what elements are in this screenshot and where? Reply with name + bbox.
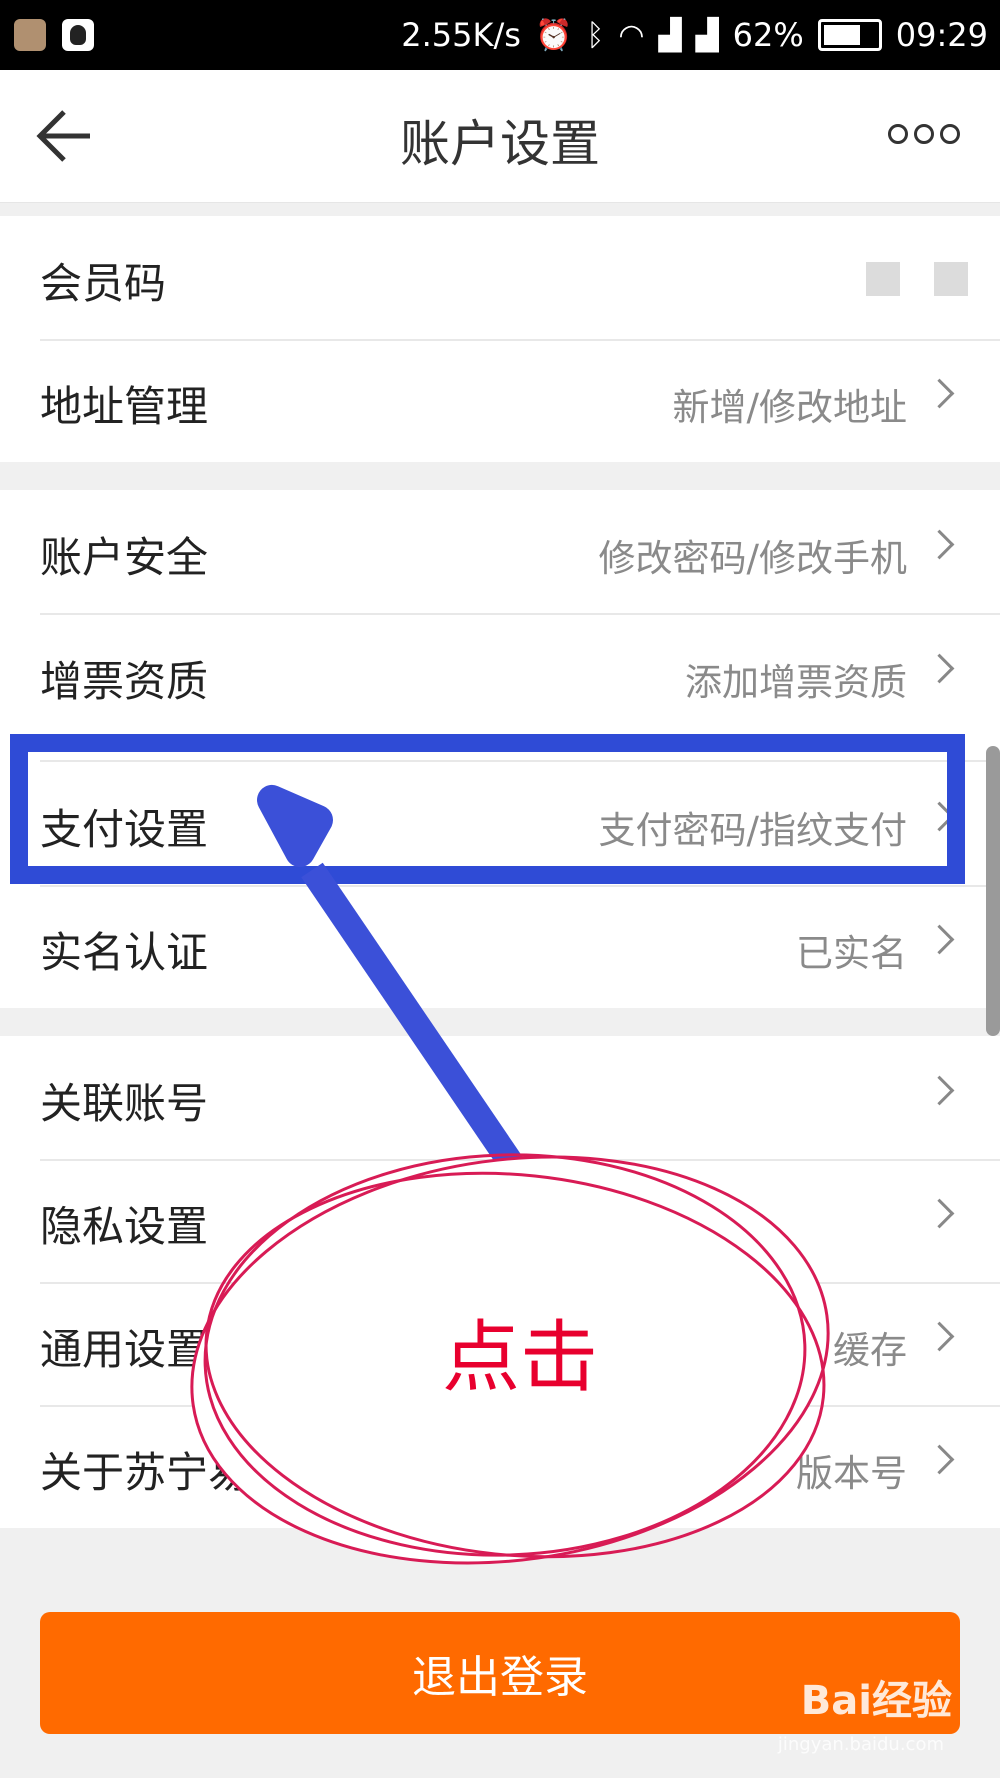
app-header: 账户设置 — [0, 70, 1000, 203]
settings-section-1: 会员码 地址管理 新增/修改地址 — [0, 216, 1000, 462]
chevron-right-icon — [924, 529, 955, 560]
chevron-right-icon — [924, 653, 955, 684]
status-bar: 2.55K/s ⏰ ᛒ ◠ ▟ ▟ 62% 09:29 — [0, 0, 1000, 70]
chevron-right-icon — [924, 1444, 955, 1475]
battery-icon — [817, 19, 882, 51]
watermark-url: jingyan.baidu.com — [777, 1734, 944, 1755]
watermark-logo: Bai经验 — [800, 1678, 952, 1724]
privacy-settings-row[interactable]: 隐私设置 — [0, 1159, 1000, 1282]
battery-percent: 62% — [732, 16, 804, 54]
row-value: 版本号 — [796, 1452, 907, 1495]
security-app-icon — [14, 19, 46, 51]
annotation-label: 点击 — [442, 1313, 599, 1403]
row-label: 关于苏宁易购 — [40, 1448, 293, 1497]
chevron-right-icon — [924, 378, 955, 409]
row-label: 账户安全 — [40, 533, 209, 582]
row-label: 通用设置 — [40, 1325, 209, 1374]
alarm-icon: ⏰ — [534, 17, 573, 53]
scrollbar[interactable] — [986, 746, 1000, 1036]
signal-icon: ▟ — [658, 17, 682, 53]
settings-section-3: 关联账号 隐私设置 通用设置 缓存 关于苏宁易购 版本号 — [0, 1036, 1000, 1528]
row-value: 修改密码/修改手机 — [598, 537, 907, 580]
chevron-right-icon — [924, 1321, 955, 1352]
wifi-icon: ◠ — [618, 17, 645, 53]
annotation-highlight-box — [10, 734, 965, 884]
row-label: 关联账号 — [40, 1079, 209, 1128]
address-management-row[interactable]: 地址管理 新增/修改地址 — [0, 339, 1000, 462]
qq-app-icon — [62, 19, 94, 51]
linked-accounts-row[interactable]: 关联账号 — [0, 1036, 1000, 1159]
chevron-right-icon — [924, 924, 955, 955]
vat-invoice-row[interactable]: 增票资质 添加增票资质 — [0, 614, 1000, 737]
row-label: 隐私设置 — [40, 1202, 209, 1251]
member-code-row[interactable]: 会员码 — [0, 216, 1000, 339]
more-options-icon[interactable] — [888, 124, 960, 144]
row-label: 会员码 — [40, 259, 167, 308]
about-row[interactable]: 关于苏宁易购 版本号 — [0, 1405, 1000, 1528]
row-label: 地址管理 — [40, 382, 209, 431]
page-title: 账户设置 — [400, 115, 600, 173]
chevron-right-icon — [924, 1075, 955, 1106]
row-value: 已实名 — [796, 932, 907, 975]
row-label: 实名认证 — [40, 928, 209, 977]
signal-2-icon: ▟ — [695, 17, 719, 53]
row-value: 新增/修改地址 — [672, 386, 907, 429]
row-label: 增票资质 — [40, 657, 209, 706]
chevron-right-icon — [924, 1198, 955, 1229]
account-security-row[interactable]: 账户安全 修改密码/修改手机 — [0, 490, 1000, 613]
real-name-verification-row[interactable]: 实名认证 已实名 — [0, 885, 1000, 1008]
row-value: 缓存 — [833, 1329, 907, 1372]
qr-code-icon — [866, 262, 968, 296]
bluetooth-icon: ᛒ — [586, 17, 605, 53]
row-value: 添加增票资质 — [685, 661, 907, 704]
clock: 09:29 — [895, 16, 988, 54]
network-speed: 2.55K/s — [401, 16, 521, 54]
